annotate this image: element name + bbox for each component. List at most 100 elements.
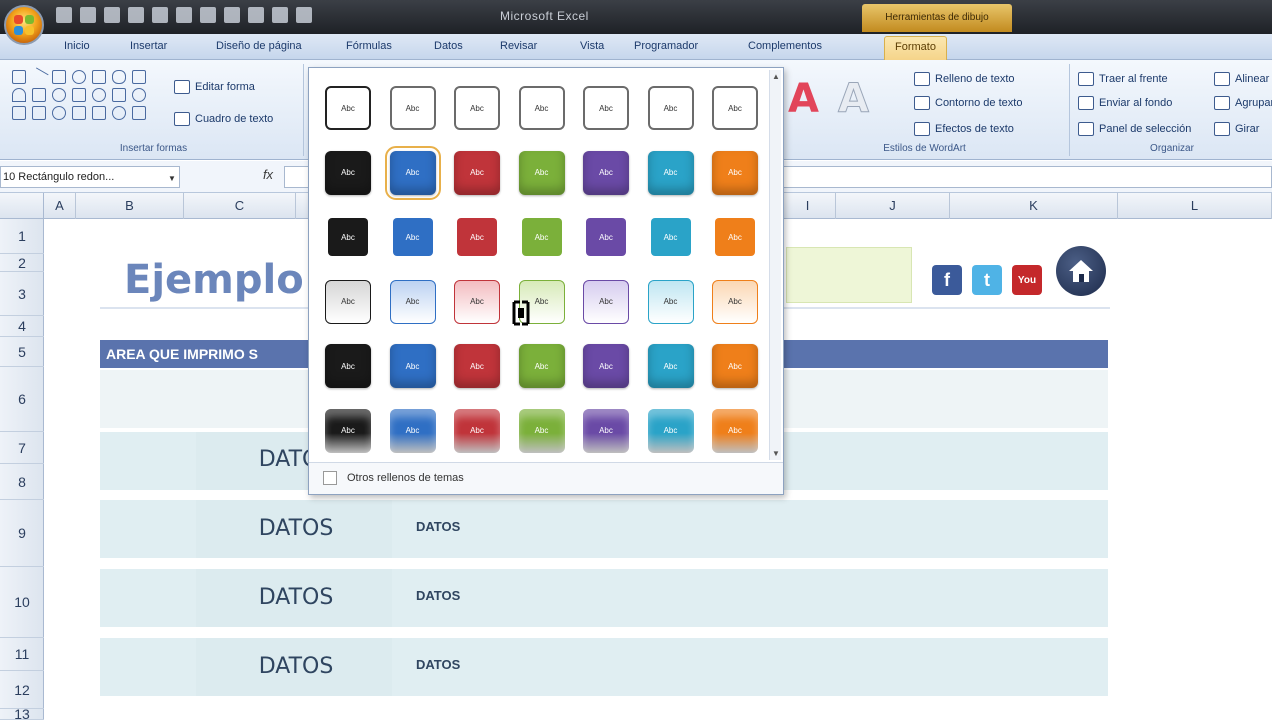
shape-style-swatch[interactable]: Abc (454, 150, 500, 195)
datos-cell[interactable]: DATOS (200, 654, 392, 679)
shape-style-swatch[interactable]: Abc (583, 150, 629, 195)
undo-icon[interactable] (80, 7, 96, 23)
datos-small-cell[interactable]: DATOS (416, 657, 460, 672)
shape-style-swatch[interactable]: Abc (647, 279, 694, 324)
row-header[interactable]: 5 (0, 337, 44, 367)
shape-style-swatch[interactable]: Abc (583, 279, 629, 324)
shape-style-swatch[interactable]: Abc (392, 218, 433, 256)
group-button[interactable]: Agrupar (1214, 96, 1272, 110)
twitter-icon[interactable]: t (972, 265, 1002, 295)
shape-icon[interactable] (112, 70, 126, 84)
datos-cell[interactable]: DATOS (200, 585, 392, 610)
column-header[interactable]: L (1118, 193, 1272, 219)
wordart-style-red[interactable]: A (788, 76, 819, 122)
shape-icon[interactable] (112, 88, 126, 102)
gallery-scrollbar[interactable]: ▲ ▼ (769, 70, 781, 460)
edit-shape-button[interactable]: Editar forma (174, 80, 255, 94)
shape-icon[interactable] (92, 88, 106, 102)
shape-style-swatch[interactable]: Abc (325, 408, 371, 453)
shape-icon[interactable] (132, 106, 146, 120)
column-header[interactable]: K (950, 193, 1118, 219)
row-header[interactable]: 1 (0, 219, 44, 254)
shape-icon[interactable] (52, 106, 66, 120)
tab-dise-o-de-p-gina[interactable]: Diseño de página (216, 40, 302, 52)
row-header[interactable]: 8 (0, 464, 44, 500)
shape-style-swatch[interactable]: Abc (650, 218, 691, 256)
row-header[interactable]: 3 (0, 272, 44, 316)
row-header[interactable]: 4 (0, 316, 44, 337)
shape-style-swatch[interactable]: Abc (647, 150, 694, 195)
shape-style-swatch[interactable]: Abc (454, 279, 500, 324)
shape-style-swatch[interactable]: Abc (457, 218, 497, 256)
row-header[interactable]: 11 (0, 638, 44, 671)
save-icon[interactable] (56, 7, 72, 23)
shape-icon[interactable] (132, 88, 146, 102)
row-header[interactable]: 13 (0, 707, 44, 720)
shape-style-swatch[interactable]: Abc (518, 86, 565, 130)
wordart-style-outline[interactable]: A (838, 76, 870, 123)
shape-icon[interactable] (72, 70, 86, 84)
scroll-down-icon[interactable]: ▼ (770, 449, 782, 458)
facebook-icon[interactable]: f (932, 265, 962, 295)
shape-style-swatch[interactable]: Abc (712, 279, 758, 324)
row-header[interactable]: 7 (0, 432, 44, 464)
shape-style-swatch[interactable]: Abc (712, 150, 758, 195)
shape-style-swatch[interactable]: Abc (389, 279, 436, 324)
redo-icon[interactable] (104, 7, 120, 23)
shape-style-swatch[interactable]: Abc (518, 150, 565, 195)
preview-icon[interactable] (152, 7, 168, 23)
green-shape[interactable] (786, 247, 912, 303)
shapes-gallery[interactable] (12, 67, 150, 120)
align-button[interactable]: Alinear (1214, 72, 1269, 86)
send-to-back-button[interactable]: Enviar al fondo (1078, 96, 1172, 110)
scroll-up-icon[interactable]: ▲ (770, 72, 782, 81)
shape-icon[interactable] (72, 106, 86, 120)
shape-icon[interactable] (112, 106, 126, 120)
shape-style-swatch[interactable]: Abc (384, 145, 441, 200)
shape-style-swatch[interactable]: Abc (325, 150, 371, 195)
chart-icon[interactable] (224, 7, 240, 23)
shape-icon[interactable] (132, 70, 146, 84)
print-icon[interactable] (128, 7, 144, 23)
row-header[interactable]: 12 (0, 671, 44, 709)
shape-style-swatch[interactable]: Abc (518, 344, 565, 388)
shape-style-swatch[interactable]: Abc (389, 344, 436, 388)
tab-datos[interactable]: Datos (434, 40, 463, 52)
shape-style-swatch[interactable]: Abc (583, 86, 629, 130)
other-theme-fills-item[interactable]: Otros rellenos de temas (309, 462, 783, 494)
shape-style-swatch[interactable]: Abc (325, 344, 371, 388)
shape-style-swatch[interactable]: Abc (454, 408, 500, 453)
shape-style-swatch[interactable]: Abc (518, 408, 565, 453)
rotate-button[interactable]: Girar (1214, 122, 1259, 136)
sort-icon[interactable] (200, 7, 216, 23)
shape-style-swatch[interactable]: Abc (454, 344, 500, 388)
shape-icon[interactable] (12, 70, 26, 84)
bring-to-front-button[interactable]: Traer al frente (1078, 72, 1168, 86)
tab-f-rmulas[interactable]: Fórmulas (346, 40, 392, 52)
shape-style-swatch[interactable]: Abc (521, 218, 562, 256)
shape-style-swatch[interactable]: Abc (715, 218, 755, 256)
home-button[interactable] (1056, 246, 1106, 296)
shape-style-swatch[interactable]: Abc (583, 408, 629, 453)
tab-vista[interactable]: Vista (580, 40, 604, 52)
row-header[interactable]: 9 (0, 500, 44, 567)
column-header[interactable]: A (44, 193, 76, 219)
text-effects-button[interactable]: Efectos de texto (914, 122, 1014, 136)
shape-style-swatch[interactable]: Abc (712, 344, 758, 388)
datos-small-cell[interactable]: DATOS (416, 588, 460, 603)
text-outline-button[interactable]: Contorno de texto (914, 96, 1022, 110)
shape-style-swatch[interactable]: Abc (712, 86, 758, 130)
tab-formato[interactable]: Formato (884, 36, 947, 60)
shape-style-swatch[interactable]: Abc (583, 344, 629, 388)
shape-icon[interactable] (72, 88, 86, 102)
tab-revisar[interactable]: Revisar (500, 40, 537, 52)
shape-icon[interactable] (32, 88, 46, 102)
row-header[interactable]: 2 (0, 254, 44, 272)
shape-style-swatch[interactable]: Abc (586, 218, 626, 256)
youtube-icon[interactable]: You (1012, 265, 1042, 295)
shape-style-swatch[interactable]: Abc (454, 86, 500, 130)
camera-icon[interactable] (176, 7, 192, 23)
name-box[interactable]: 10 Rectángulo redon... (0, 166, 180, 188)
shape-icon[interactable] (12, 106, 26, 120)
shape-icon[interactable] (52, 70, 66, 84)
